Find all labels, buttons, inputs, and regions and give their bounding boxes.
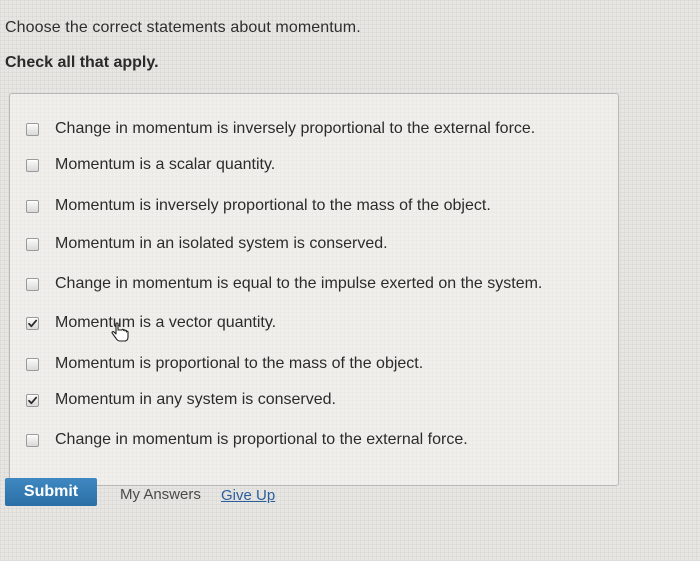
answer-options-box: Change in momentum is inversely proporti… — [9, 93, 619, 486]
checkbox-2[interactable] — [26, 158, 39, 172]
check-mark-icon — [28, 396, 38, 404]
submit-button[interactable]: Submit — [5, 478, 97, 506]
option-label-5[interactable]: Change in momentum is equal to the impul… — [55, 275, 542, 293]
option-label-3[interactable]: Momentum is inversely proportional to th… — [55, 197, 491, 215]
my-answers-link[interactable]: My Answers — [120, 486, 201, 503]
checkbox-6[interactable] — [26, 316, 39, 330]
checkbox-5[interactable] — [26, 277, 39, 291]
option-label-8[interactable]: Momentum in any system is conserved. — [55, 391, 336, 409]
option-label-7[interactable]: Momentum is proportional to the mass of … — [55, 355, 423, 373]
question-instruction: Check all that apply. — [5, 54, 159, 71]
checkbox-8[interactable] — [26, 393, 39, 407]
option-label-9[interactable]: Change in momentum is proportional to th… — [55, 431, 468, 449]
option-label-2[interactable]: Momentum is a scalar quantity. — [55, 156, 275, 174]
checkbox-7[interactable] — [26, 357, 39, 371]
option-label-1[interactable]: Change in momentum is inversely proporti… — [55, 120, 535, 138]
checkbox-4[interactable] — [26, 237, 39, 251]
option-label-6[interactable]: Momentum is a vector quantity. — [55, 314, 276, 332]
question-prompt: Choose the correct statements about mome… — [5, 19, 361, 36]
give-up-link[interactable]: Give Up — [221, 487, 275, 504]
checkbox-3[interactable] — [26, 199, 39, 213]
option-label-4[interactable]: Momentum in an isolated system is conser… — [55, 235, 388, 253]
checkbox-1[interactable] — [26, 122, 39, 136]
check-mark-icon — [28, 319, 38, 327]
checkbox-9[interactable] — [26, 433, 39, 447]
